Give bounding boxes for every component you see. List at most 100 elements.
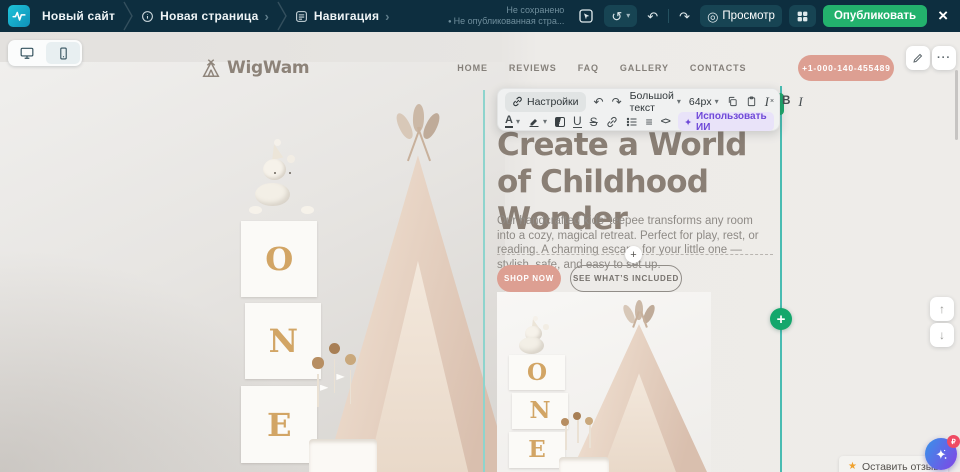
mobile-view-button[interactable] [46, 42, 80, 64]
move-down-button[interactable]: ↓ [930, 323, 954, 347]
clear-format-button[interactable]: I× [765, 95, 774, 108]
breadcrumb-navigation[interactable]: Навигация [314, 9, 379, 23]
paste-icon [746, 96, 757, 107]
italic-button[interactable]: I [798, 95, 802, 108]
redo-format-button[interactable]: ↷ [612, 96, 622, 108]
nav-link-faq[interactable]: FAQ [578, 63, 599, 73]
sparkle-icon [934, 447, 949, 462]
use-ai-button[interactable]: Использовать ИИ [678, 112, 775, 131]
status-line1: Не сохранено [448, 5, 564, 16]
desktop-view-button[interactable] [10, 42, 44, 64]
sparkle-icon [684, 117, 692, 127]
editor-canvas: O N E WigWam HOME REVIEWS FAQ GALLERY CO… [0, 32, 960, 472]
text-style-value: Большой текст [630, 90, 674, 114]
list-icon [626, 116, 638, 128]
font-size-value: 64px [689, 96, 712, 108]
align-button[interactable]: ≡ [646, 116, 653, 128]
breadcrumb-page[interactable]: Новая страница [160, 9, 258, 23]
undo-button[interactable]: ↶ [644, 5, 661, 27]
marker-icon [528, 116, 540, 128]
phone-button[interactable]: +1-000-140-455489 [798, 55, 894, 81]
strikethrough-button[interactable]: S [590, 116, 598, 128]
plus-icon: + [777, 311, 786, 328]
teddy-bear [263, 159, 286, 180]
scrollbar-thumb[interactable] [955, 70, 958, 140]
hero-paragraph[interactable]: Our handcrafted kids’ teepee transforms … [497, 214, 773, 272]
use-ai-label: Использовать ИИ [696, 111, 768, 133]
page-chevron-icon[interactable]: › [265, 9, 269, 24]
preview-button[interactable]: ◎ Просмотр [700, 5, 782, 27]
text-color-icon: A [505, 115, 513, 128]
eye-icon: ◎ [707, 10, 718, 23]
letter-block: O [509, 355, 565, 391]
code-button[interactable]: <> [661, 117, 670, 127]
letter-block: N [245, 303, 321, 379]
editor-topbar: Новый сайт Новая страница › Навигация › … [0, 0, 960, 32]
cake-pop [345, 354, 356, 365]
teddy-bear [289, 172, 291, 174]
history-button[interactable]: ↺ ▾ [604, 5, 637, 27]
site-nav: HOME REVIEWS FAQ GALLERY CONTACTS [457, 63, 746, 73]
edit-page-button[interactable] [906, 46, 930, 70]
breadcrumb-site[interactable]: Новый сайт [42, 9, 115, 23]
background-color-button[interactable] [555, 117, 565, 127]
publish-button[interactable]: Опубликовать [823, 5, 927, 27]
list-button[interactable] [626, 116, 638, 128]
cake-pop [573, 412, 581, 420]
site-logo[interactable]: WigWam [200, 57, 309, 79]
builder-logo[interactable] [8, 5, 30, 27]
cake [559, 457, 609, 472]
insert-link-button[interactable] [606, 116, 618, 128]
teddy-bear [301, 206, 314, 214]
see-whats-included-button[interactable]: SEE WHAT’S INCLUDED [570, 265, 682, 292]
text-format-toolbar: Настройки ↶ ↷ Большой текст ▾ 64px ▾ I× … [497, 88, 780, 131]
more-icon: ··· [937, 52, 951, 64]
navigation-chevron-icon[interactable]: › [385, 9, 389, 24]
settings-button[interactable]: Настройки [505, 92, 586, 112]
cursor-mode-button[interactable] [575, 5, 597, 27]
cake-pop [350, 370, 352, 404]
navigation-icon [295, 10, 308, 23]
more-options-button[interactable]: ··· [932, 46, 956, 70]
undo-format-button[interactable]: ↶ [594, 96, 604, 108]
content-photo-scene: O N E [503, 302, 703, 472]
move-up-button[interactable]: ↑ [930, 297, 954, 321]
copy-icon [727, 96, 738, 107]
link-icon [512, 96, 523, 107]
notification-badge: ₽ [947, 435, 960, 448]
paste-button[interactable] [746, 96, 757, 107]
settings-label: Настройки [527, 96, 579, 108]
status-line2: Не опубликованная стра... [454, 16, 565, 26]
pulse-icon [12, 9, 26, 23]
undo-icon: ↶ [647, 10, 658, 23]
cursor-box-icon [578, 8, 594, 24]
content-image-block[interactable]: O N E [497, 292, 711, 472]
underline-button[interactable]: U [573, 115, 582, 128]
nav-link-reviews[interactable]: REVIEWS [509, 63, 557, 73]
block-selection-line-left [483, 90, 485, 472]
add-block-button[interactable]: + [770, 308, 792, 330]
close-icon[interactable]: × [934, 6, 952, 26]
add-element-button[interactable]: + [625, 246, 642, 263]
redo-button[interactable]: ↷ [676, 5, 693, 27]
nav-link-contacts[interactable]: CONTACTS [690, 63, 747, 73]
history-icon: ↺ [611, 10, 622, 23]
breadcrumb-divider [121, 0, 135, 32]
text-color-button[interactable]: A [505, 115, 513, 128]
nav-link-home[interactable]: HOME [457, 63, 488, 73]
link-icon [606, 116, 618, 128]
copy-button[interactable] [727, 96, 738, 107]
assistant-fab-button[interactable]: ₽ [925, 438, 957, 470]
font-size-dropdown[interactable]: 64px ▾ [689, 96, 719, 108]
plus-icon: + [630, 249, 636, 261]
text-style-dropdown[interactable]: Большой текст ▾ [630, 90, 681, 114]
blocks-grid-button[interactable] [789, 5, 816, 27]
highlight-button[interactable] [528, 116, 540, 128]
chevron-down-icon: ▾ [677, 98, 681, 106]
status-dot-icon: ● [448, 19, 452, 25]
hero-photo[interactable]: O N E [233, 108, 505, 472]
shop-now-button[interactable]: SHOP NOW [497, 265, 561, 292]
bold-button[interactable]: B [782, 96, 790, 108]
nav-link-gallery[interactable]: GALLERY [620, 63, 669, 73]
teepee-logo-icon [200, 57, 222, 79]
